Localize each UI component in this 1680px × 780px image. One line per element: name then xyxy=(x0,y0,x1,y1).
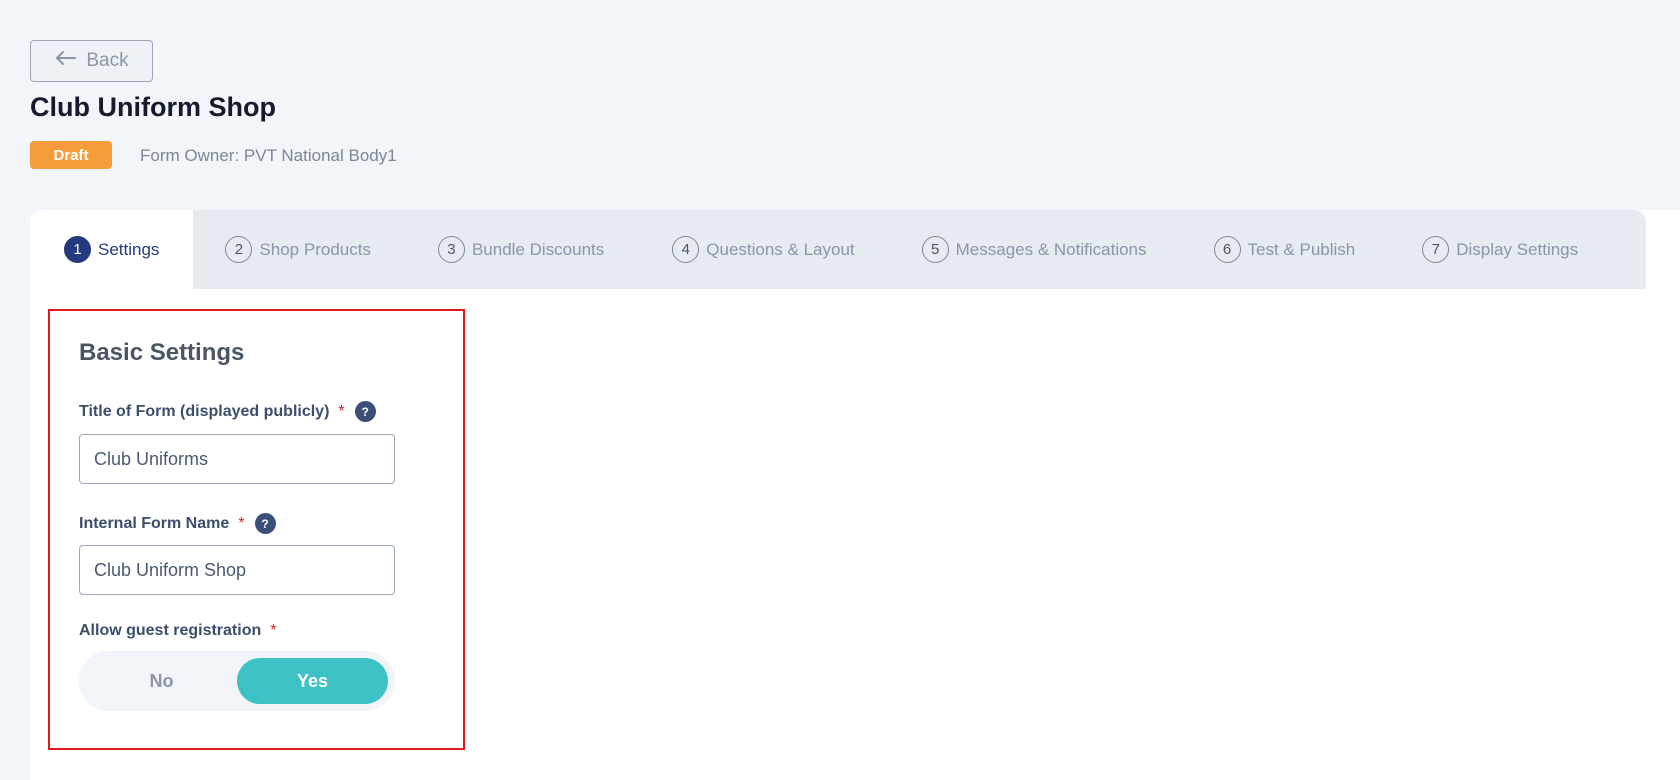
internal-name-label: Internal Form Name * ? xyxy=(79,513,276,534)
step-number: 6 xyxy=(1213,236,1241,263)
back-button[interactable]: Back xyxy=(30,40,153,82)
form-title-label: Title of Form (displayed publicly) * ? xyxy=(79,401,376,422)
tab-display-settings[interactable]: 7 Display Settings xyxy=(1422,210,1578,289)
step-number: 5 xyxy=(921,236,949,263)
guest-registration-toggle: No Yes xyxy=(79,651,395,711)
tab-settings[interactable]: 1 Settings xyxy=(30,210,194,289)
step-number: 1 xyxy=(64,236,91,263)
section-title: Basic Settings xyxy=(79,339,245,366)
required-mark: * xyxy=(238,514,245,532)
tab-shop-products[interactable]: 2 Shop Products xyxy=(225,210,371,289)
tab-label: Shop Products xyxy=(259,239,371,259)
tab-label: Messages & Notifications xyxy=(955,239,1147,259)
required-mark: * xyxy=(270,622,277,639)
back-label: Back xyxy=(86,50,129,71)
toggle-yes[interactable]: Yes xyxy=(237,658,388,704)
tab-label: Test & Publish xyxy=(1247,239,1356,259)
toggle-no[interactable]: No xyxy=(86,658,237,704)
step-number: 7 xyxy=(1422,236,1450,263)
step-number: 2 xyxy=(225,236,253,263)
step-tabs: 1 Settings 2 Shop Products 3 Bundle Disc… xyxy=(30,210,1646,289)
internal-name-label-text: Internal Form Name xyxy=(79,514,230,532)
page-title: Club Uniform Shop xyxy=(30,92,276,122)
tab-test-publish[interactable]: 6 Test & Publish xyxy=(1213,210,1356,289)
status-badge: Draft xyxy=(30,141,112,169)
internal-name-input[interactable] xyxy=(79,545,395,595)
form-title-input[interactable] xyxy=(79,434,395,484)
guest-registration-label-text: Allow guest registration xyxy=(79,622,262,639)
tab-messages-notifications[interactable]: 5 Messages & Notifications xyxy=(921,210,1147,289)
form-owner: Form Owner: PVT National Body1 xyxy=(140,146,397,165)
form-title-label-text: Title of Form (displayed publicly) xyxy=(79,402,330,420)
help-icon[interactable]: ? xyxy=(254,513,276,534)
tab-bundle-discounts[interactable]: 3 Bundle Discounts xyxy=(437,210,605,289)
tab-label: Questions & Layout xyxy=(706,239,855,259)
step-number: 3 xyxy=(437,236,465,263)
help-icon[interactable]: ? xyxy=(354,401,376,422)
step-number: 4 xyxy=(672,236,700,263)
tab-label: Bundle Discounts xyxy=(471,239,605,259)
required-mark: * xyxy=(338,402,345,420)
tab-label: Display Settings xyxy=(1456,239,1579,259)
guest-registration-label: Allow guest registration * xyxy=(79,622,276,640)
tab-questions-layout[interactable]: 4 Questions & Layout xyxy=(672,210,855,289)
tab-label: Settings xyxy=(98,239,160,259)
arrow-left-icon xyxy=(54,50,77,72)
